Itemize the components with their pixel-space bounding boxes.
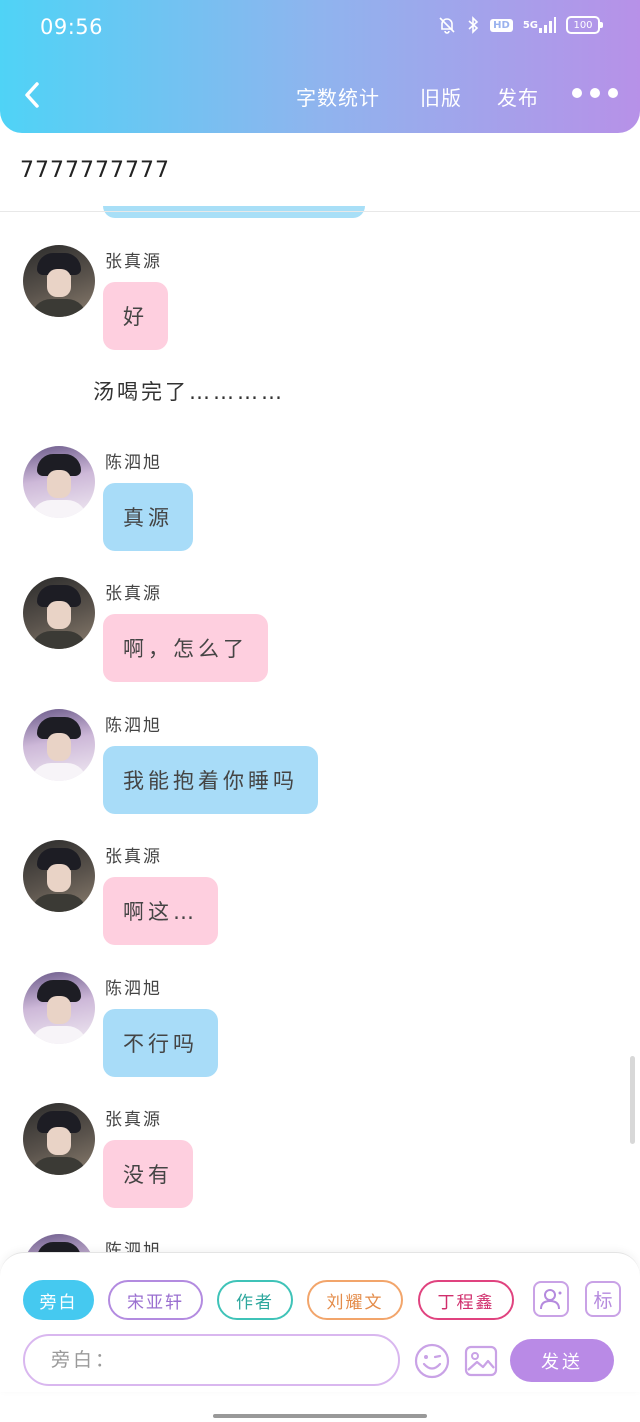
add-character-button[interactable]	[533, 1281, 569, 1317]
hd-badge: HD	[490, 18, 513, 32]
speaker-name: 陈泗旭	[105, 453, 162, 473]
bluetooth-icon	[466, 16, 480, 34]
message-input[interactable]	[23, 1334, 400, 1386]
battery-level: 100	[573, 19, 593, 31]
image-button[interactable]	[463, 1343, 499, 1379]
speaker-name: 张真源	[105, 252, 162, 272]
divider	[0, 211, 640, 212]
avatar[interactable]	[23, 840, 95, 912]
role-chip-ding-chengxin[interactable]: 丁程鑫	[418, 1280, 514, 1320]
role-chip-narrator[interactable]: 旁白	[23, 1280, 94, 1320]
chat-bubble[interactable]: 没有	[103, 1140, 193, 1208]
role-chip-liu-yaowen[interactable]: 刘耀文	[307, 1280, 403, 1320]
speaker-name: 张真源	[105, 584, 162, 604]
role-chip-song-yaxuan[interactable]: 宋亚轩	[108, 1280, 203, 1320]
back-icon	[25, 82, 39, 108]
mute-bell-icon	[438, 16, 456, 34]
avatar[interactable]	[23, 709, 95, 781]
chat-bubble[interactable]: 真源	[103, 483, 193, 551]
chat-bubble[interactable]: 啊这…	[103, 877, 218, 945]
chat-bubble[interactable]: 我能抱着你睡吗	[103, 746, 318, 814]
speaker-name: 陈泗旭	[105, 979, 162, 999]
speaker-name: 张真源	[105, 1110, 162, 1130]
scrollbar[interactable]	[630, 1056, 635, 1144]
emoji-icon	[414, 1343, 450, 1379]
story-title[interactable]: 7777777777	[20, 158, 170, 183]
tag-button[interactable]: 标	[585, 1281, 621, 1317]
status-icons: HD 5G 100	[438, 16, 603, 34]
old-version-button[interactable]: 旧版	[420, 82, 462, 111]
add-character-icon	[540, 1289, 562, 1310]
status-time: 09:56	[40, 15, 104, 39]
network-type: 5G	[522, 19, 538, 31]
send-button[interactable]: 发送	[510, 1339, 614, 1382]
speaker-name: 张真源	[105, 847, 162, 867]
chat-bubble[interactable]: 好	[103, 282, 168, 350]
back-button[interactable]	[18, 78, 48, 112]
battery-icon: 100	[566, 16, 603, 34]
emoji-button[interactable]	[413, 1342, 451, 1380]
avatar[interactable]	[23, 577, 95, 649]
publish-button[interactable]: 发布	[497, 82, 539, 111]
avatar[interactable]	[23, 972, 95, 1044]
image-icon	[464, 1345, 498, 1377]
more-button[interactable]	[572, 88, 618, 98]
chat-bubble[interactable]: 不行吗	[103, 1009, 218, 1077]
avatar[interactable]	[23, 245, 95, 317]
signal-icon: 5G	[523, 17, 556, 33]
home-indicator[interactable]	[213, 1414, 427, 1418]
narration-text[interactable]: 汤喝完了…………	[93, 376, 285, 406]
more-icon	[572, 88, 582, 98]
chat-bubble[interactable]: 啊，怎么了	[103, 614, 268, 682]
word-count-button[interactable]: 字数统计	[296, 82, 380, 111]
avatar[interactable]	[23, 446, 95, 518]
speaker-name: 陈泗旭	[105, 716, 162, 736]
chat-bubble[interactable]	[103, 206, 365, 218]
avatar[interactable]	[23, 1103, 95, 1175]
top-bar: 09:56 HD 5G 100 字数统计 旧版 发布	[0, 0, 640, 133]
role-chip-author[interactable]: 作者	[217, 1280, 293, 1320]
